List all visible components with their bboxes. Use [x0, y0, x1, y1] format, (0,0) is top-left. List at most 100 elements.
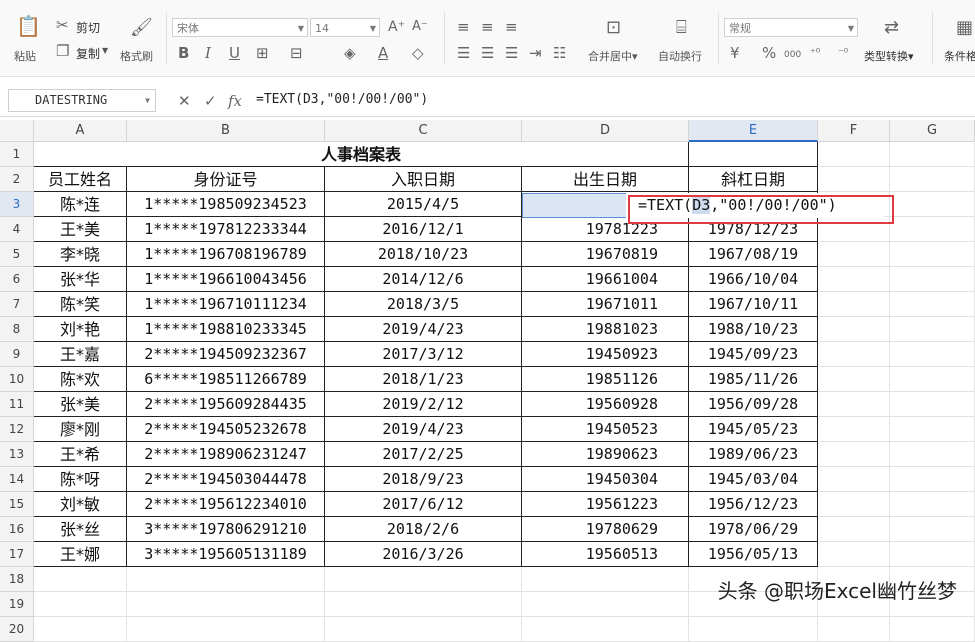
- grid-cell[interactable]: [818, 367, 890, 392]
- table-cell[interactable]: 6*****198511266789: [127, 367, 325, 392]
- increase-font-icon[interactable]: A⁺: [388, 19, 405, 35]
- table-cell[interactable]: 2*****198906231247: [127, 442, 325, 467]
- grid-cell[interactable]: [818, 167, 890, 192]
- table-cell[interactable]: 1*****196708196789: [127, 242, 325, 267]
- row-header-18[interactable]: 18: [0, 567, 34, 592]
- align-center-icon[interactable]: ☰: [481, 45, 494, 61]
- grid-cell[interactable]: [890, 492, 975, 517]
- grid-cell[interactable]: [34, 617, 127, 642]
- column-header-a[interactable]: A: [34, 120, 127, 142]
- table-cell[interactable]: 陈*笑: [34, 292, 127, 317]
- table-cell[interactable]: 2019/4/23: [325, 317, 522, 342]
- row-header-8[interactable]: 8: [0, 317, 34, 342]
- font-size-select[interactable]: 14 ▼: [310, 18, 380, 37]
- column-header-b[interactable]: B: [127, 120, 325, 142]
- table-cell[interactable]: 张*丝: [34, 517, 127, 542]
- grid-cell[interactable]: [818, 542, 890, 567]
- table-cell[interactable]: 2018/3/5: [325, 292, 522, 317]
- table-cell[interactable]: 2018/9/23: [325, 467, 522, 492]
- row-header-5[interactable]: 5: [0, 242, 34, 267]
- grid-cell[interactable]: [689, 142, 818, 167]
- table-cell[interactable]: 1*****198509234523: [127, 192, 325, 217]
- grid-cell[interactable]: [890, 467, 975, 492]
- table-cell[interactable]: 张*华: [34, 267, 127, 292]
- grid-cell[interactable]: [522, 617, 689, 642]
- table-cell[interactable]: 19450523: [522, 417, 689, 442]
- table-cell[interactable]: 1989/06/23: [689, 442, 818, 467]
- row-header-6[interactable]: 6: [0, 267, 34, 292]
- table-cell[interactable]: 1956/09/28: [689, 392, 818, 417]
- column-header-f[interactable]: F: [818, 120, 890, 142]
- grid-cell[interactable]: [127, 617, 325, 642]
- grid-cell[interactable]: [890, 342, 975, 367]
- table-cell[interactable]: 李*晓: [34, 242, 127, 267]
- column-header-g[interactable]: G: [890, 120, 975, 142]
- align-right-icon[interactable]: ☰: [505, 45, 518, 61]
- grid-cell[interactable]: [689, 617, 818, 642]
- table-cell[interactable]: 陈*欢: [34, 367, 127, 392]
- table-cell[interactable]: 1966/10/04: [689, 267, 818, 292]
- table-cell[interactable]: 1*****197812233344: [127, 217, 325, 242]
- cut-button[interactable]: ✂ 剪切: [56, 16, 108, 36]
- grid-cell[interactable]: [325, 617, 522, 642]
- table-cell[interactable]: 19450923: [522, 342, 689, 367]
- table-cell[interactable]: 19450304: [522, 467, 689, 492]
- table-cell[interactable]: 王*嘉: [34, 342, 127, 367]
- table-cell[interactable]: 2018/10/23: [325, 242, 522, 267]
- table-cell[interactable]: 19661004: [522, 267, 689, 292]
- cancel-icon[interactable]: ✕: [178, 92, 191, 110]
- table-header[interactable]: 斜杠日期: [689, 167, 818, 192]
- row-header-4[interactable]: 4: [0, 217, 34, 242]
- table-cell[interactable]: 19670819: [522, 242, 689, 267]
- table-cell[interactable]: 2017/2/25: [325, 442, 522, 467]
- table-cell[interactable]: 2018/1/23: [325, 367, 522, 392]
- table-title[interactable]: 人事档案表: [34, 142, 689, 167]
- align-bottom-icon[interactable]: ≡: [505, 19, 518, 35]
- table-header[interactable]: 身份证号: [127, 167, 325, 192]
- distribute-icon[interactable]: ☷: [553, 45, 566, 61]
- column-header-e[interactable]: E: [689, 120, 818, 142]
- table-cell[interactable]: 2014/12/6: [325, 267, 522, 292]
- grid-cell[interactable]: [818, 342, 890, 367]
- grid-cell[interactable]: [818, 517, 890, 542]
- table-header[interactable]: 员工姓名: [34, 167, 127, 192]
- border-icon[interactable]: ⊞: [256, 45, 269, 61]
- grid-cell[interactable]: [890, 142, 975, 167]
- grid-cell[interactable]: [890, 267, 975, 292]
- table-cell[interactable]: 2*****194509232367: [127, 342, 325, 367]
- grid-cell[interactable]: [890, 442, 975, 467]
- grid-cell[interactable]: [890, 292, 975, 317]
- grid-cell[interactable]: [818, 442, 890, 467]
- increase-decimal-icon[interactable]: ⁺⁰: [810, 45, 820, 61]
- grid-cell[interactable]: [34, 567, 127, 592]
- table-cell[interactable]: 张*美: [34, 392, 127, 417]
- table-cell[interactable]: 19561223: [522, 492, 689, 517]
- bold-button[interactable]: B: [178, 45, 189, 61]
- grid-cell[interactable]: [818, 467, 890, 492]
- grid-cell[interactable]: [890, 217, 975, 242]
- underline-button[interactable]: U: [229, 45, 240, 61]
- grid-cell[interactable]: [127, 592, 325, 617]
- grid-cell[interactable]: [818, 267, 890, 292]
- currency-icon[interactable]: ¥: [730, 45, 740, 61]
- table-cell[interactable]: 3*****197806291210: [127, 517, 325, 542]
- row-header-7[interactable]: 7: [0, 292, 34, 317]
- table-cell[interactable]: 2018/2/6: [325, 517, 522, 542]
- table-cell[interactable]: 刘*敏: [34, 492, 127, 517]
- table-cell[interactable]: 2*****194503044478: [127, 467, 325, 492]
- row-header-19[interactable]: 19: [0, 592, 34, 617]
- table-cell[interactable]: 19890623: [522, 442, 689, 467]
- column-header-c[interactable]: C: [325, 120, 522, 142]
- table-cell[interactable]: 3*****195605131189: [127, 542, 325, 567]
- align-top-icon[interactable]: ≡: [457, 19, 470, 35]
- table-cell[interactable]: 1*****196610043456: [127, 267, 325, 292]
- italic-button[interactable]: I: [205, 45, 211, 61]
- table-cell[interactable]: 2019/4/23: [325, 417, 522, 442]
- grid-cell[interactable]: [522, 592, 689, 617]
- indent-icon[interactable]: ⇥: [529, 45, 542, 61]
- grid-cell[interactable]: [818, 417, 890, 442]
- table-cell[interactable]: 1*****198810233345: [127, 317, 325, 342]
- column-header-d[interactable]: D: [522, 120, 689, 142]
- grid-cell[interactable]: [325, 567, 522, 592]
- table-cell[interactable]: 1967/10/11: [689, 292, 818, 317]
